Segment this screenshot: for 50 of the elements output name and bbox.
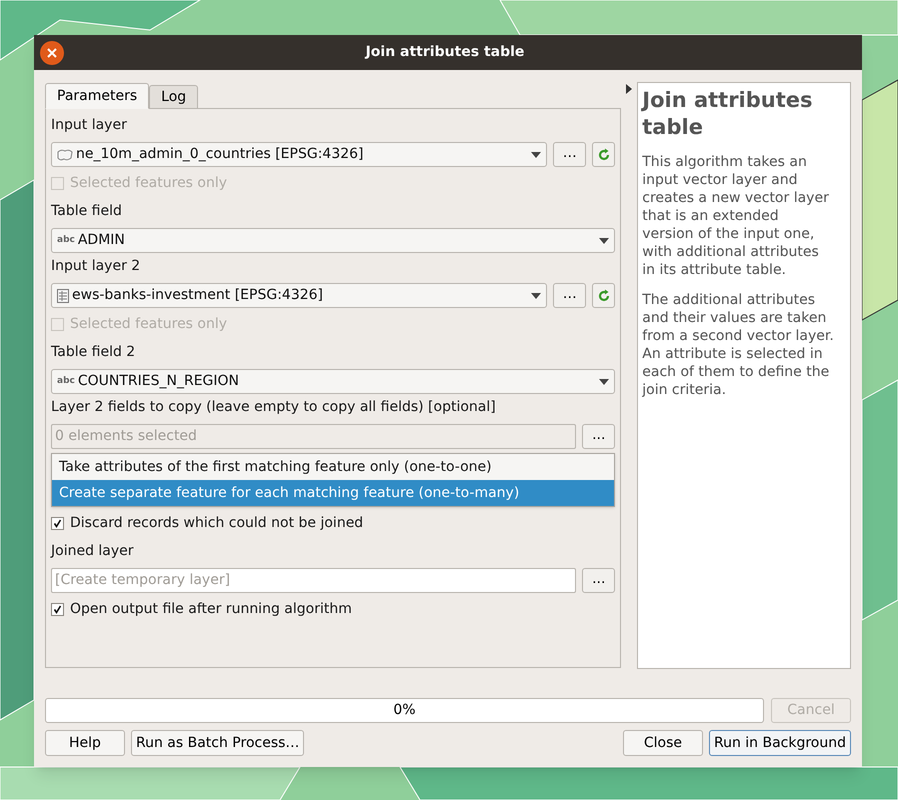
layer-combobox[interactable]: ews-banks-investment [EPSG:4326] <box>51 283 548 308</box>
tab[interactable]: Log <box>149 85 198 109</box>
layer-combobox[interactable]: ne_10m_admin_0_countries [EPSG:4326] <box>51 142 548 167</box>
checkbox-label: Open output file after running algorithm <box>70 600 352 618</box>
parameter-label: Input layer <box>51 116 128 135</box>
browse-button[interactable]: … <box>553 283 586 308</box>
help-paragraph: This algorithm takes an input vector layer and creates a new vector layer that is an extended version of the input one, with additional attributes in its attribute table. <box>642 153 830 279</box>
dropdown-caret-icon <box>531 152 542 158</box>
checkbox-label: Discard records which could not be joined <box>70 514 364 532</box>
dialog-button[interactable]: Run as Batch Process… <box>131 730 304 756</box>
collapse-arrow-icon[interactable] <box>626 84 632 94</box>
window-title: Join attributes table <box>364 43 526 62</box>
dropdown-caret-icon <box>599 378 610 384</box>
parameter-label: Input layer 2 <box>51 257 142 276</box>
help-title: Join attributes table <box>642 87 814 141</box>
dropdown-caret-icon <box>599 238 610 244</box>
close-icon <box>47 48 57 58</box>
input-field[interactable]: [Create temporary layer] <box>51 568 576 593</box>
refresh-icon <box>596 148 611 162</box>
checkbox[interactable] <box>51 516 64 530</box>
browse-button[interactable]: ... <box>582 424 616 449</box>
string-type-icon: abc <box>57 234 75 248</box>
polygon-layer-icon <box>57 148 73 160</box>
dialog-button[interactable]: Run in Background <box>708 730 851 756</box>
parameter-label: Table field 2 <box>51 343 136 362</box>
table-icon <box>57 288 69 302</box>
checkbox-label: Selected features only <box>70 174 228 192</box>
refresh-button[interactable] <box>592 142 616 167</box>
parameter-label: Joined layer <box>51 542 135 561</box>
browse-button[interactable]: … <box>553 142 586 167</box>
progress-text: 0% <box>392 701 417 720</box>
parameter-label: Table field <box>51 202 123 221</box>
dialog-button[interactable]: Close <box>622 730 703 756</box>
field-combobox[interactable]: abc ADMIN <box>51 228 616 253</box>
input-field[interactable]: 0 elements selected <box>51 424 576 449</box>
dropdown-caret-icon <box>531 292 542 298</box>
dropdown-option[interactable]: Take attributes of the first matching feature only (one-to-one) <box>52 454 614 480</box>
checkbox-label: Selected features only <box>70 314 228 334</box>
dialog-button[interactable]: Help <box>45 730 125 756</box>
parameter-label: Layer 2 fields to copy (leave empty to copy all fields) [optional] <box>51 398 497 417</box>
string-type-icon: abc <box>57 374 75 388</box>
close-window-button[interactable] <box>40 40 64 64</box>
refresh-icon <box>596 288 611 302</box>
tab[interactable]: Parameters <box>45 83 150 109</box>
checkbox[interactable] <box>51 602 64 616</box>
dropdown-option[interactable]: Create separate feature for each matching feature (one-to-many) <box>52 480 614 506</box>
refresh-button[interactable] <box>592 283 616 308</box>
help-paragraph: The additional attributes and their values are taken from a second vector layer. An attribute is selected in each of them to define the join criteria. <box>642 291 834 399</box>
field-combobox[interactable]: abc COUNTRIES_N_REGION <box>51 369 616 394</box>
browse-button[interactable]: ... <box>582 568 616 593</box>
